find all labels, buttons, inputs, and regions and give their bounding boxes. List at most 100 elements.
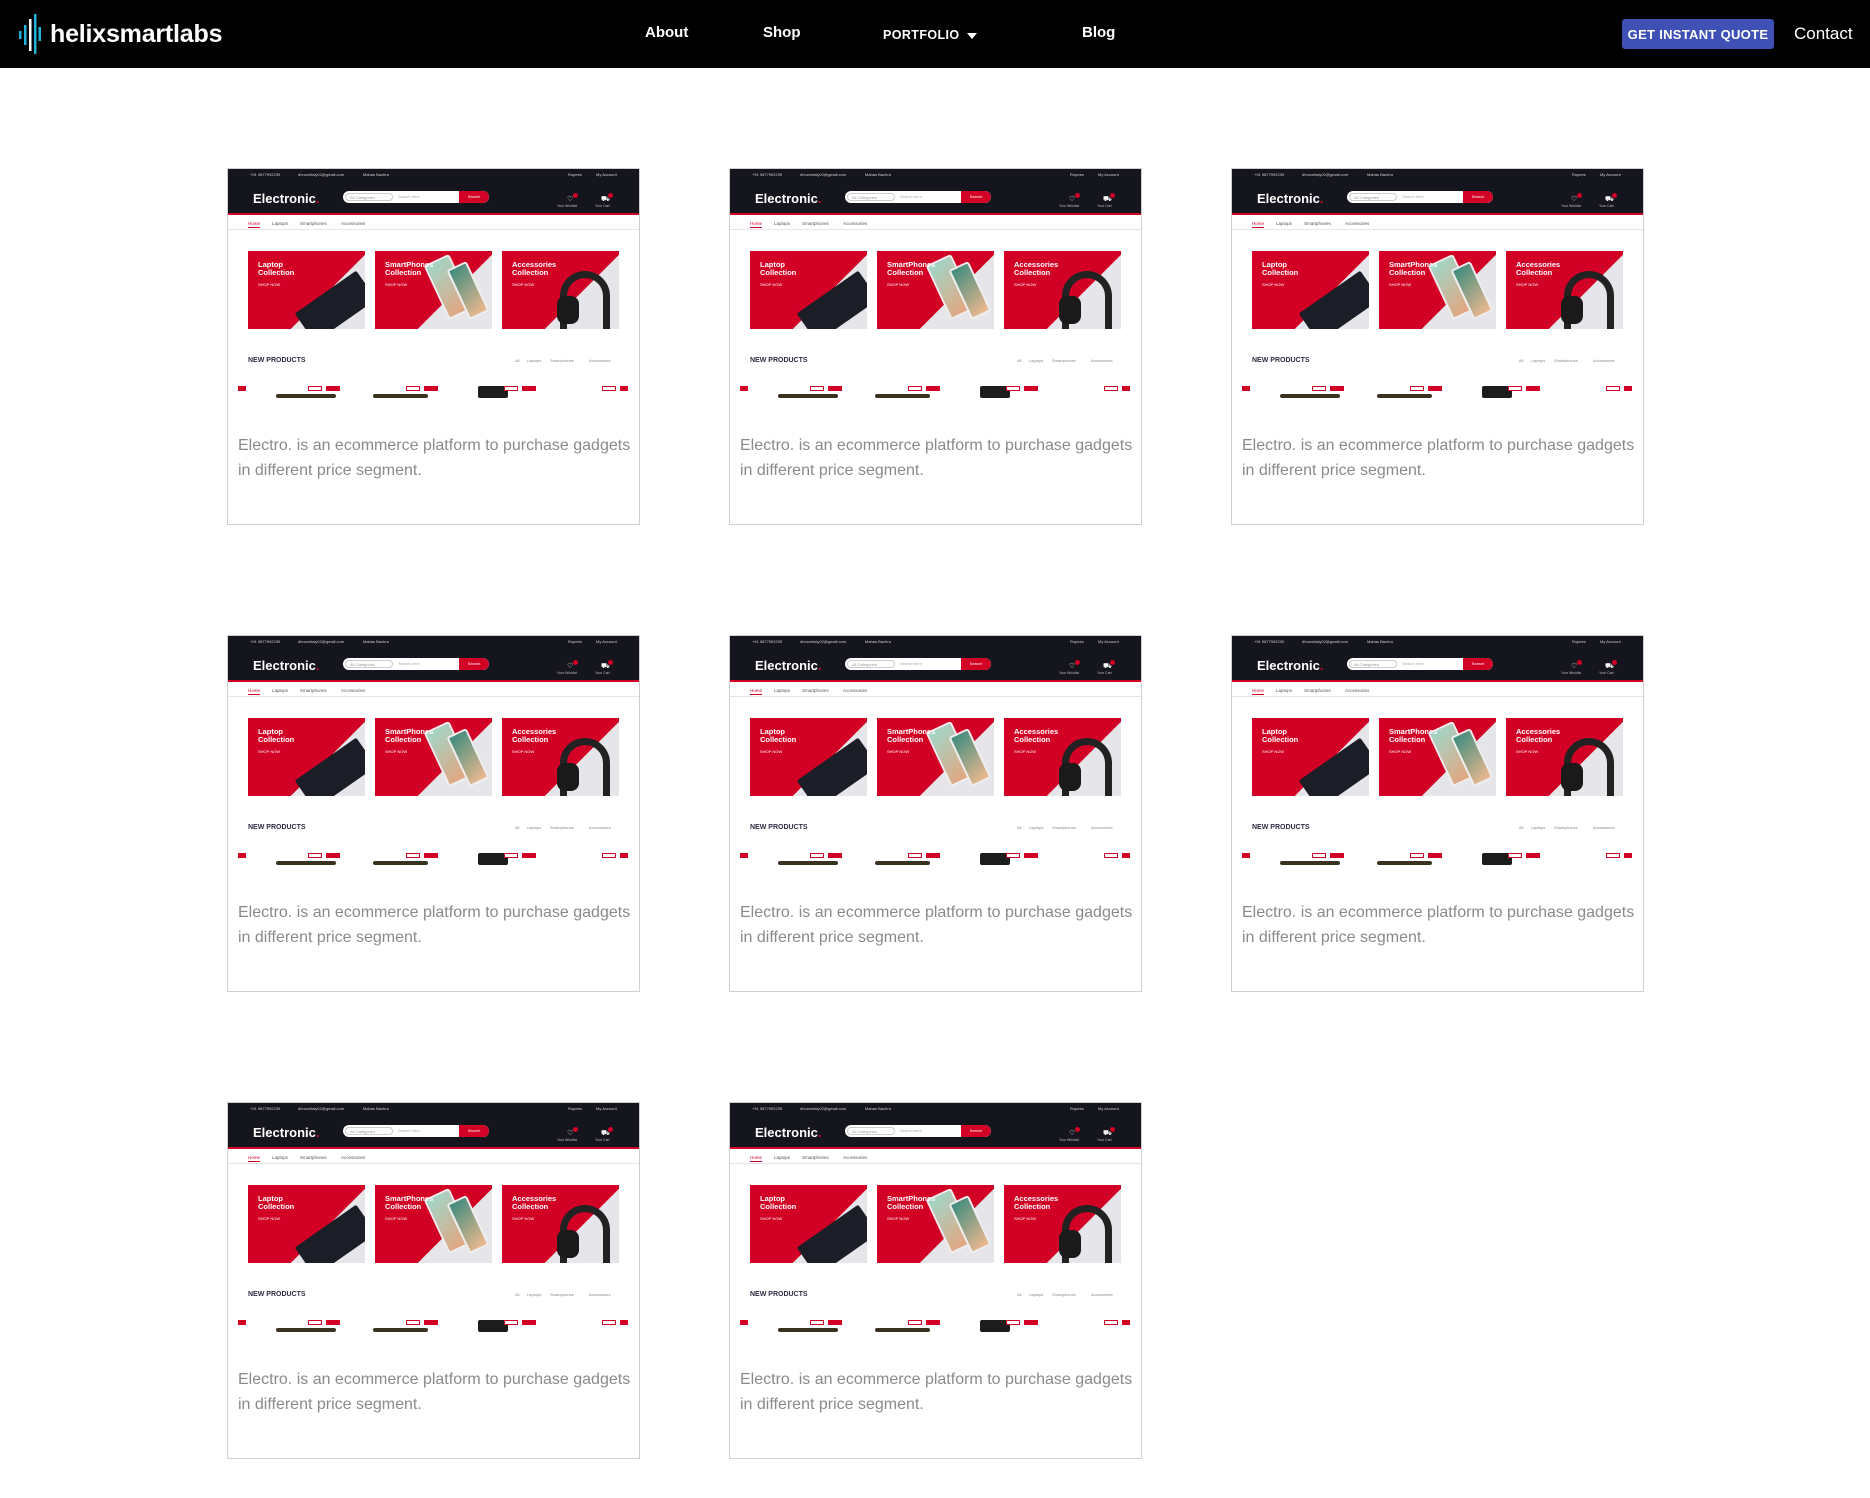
new-badge [326, 386, 340, 391]
thumb-banner-cta: SHOP NOW [887, 282, 910, 287]
portfolio-card-description: Electro. is an ecommerce platform to pur… [238, 437, 631, 479]
new-badge [1122, 386, 1130, 391]
project-thumbnail[interactable]: +91 9877992239 dhruvnitaly02@gmail.com M… [730, 636, 1141, 868]
sale-badge [1410, 853, 1424, 858]
thumb-banner-title: SmartPhones Collection [385, 261, 433, 277]
thumb-brand-dot: . [817, 658, 822, 673]
portfolio-card[interactable]: +91 9877992239 dhruvnitaly02@gmail.com M… [227, 635, 640, 992]
nav-shop-link[interactable]: Shop [763, 24, 801, 41]
thumb-banner-laptop: Laptop Collection SHOP NOW [1252, 718, 1369, 796]
nav-about-link[interactable]: About [645, 24, 688, 41]
product-image [276, 394, 336, 398]
sale-badge [810, 853, 824, 858]
caret-down-icon [966, 32, 977, 39]
thumb-banner-accessories: Accessories Collection SHOP NOW [1506, 251, 1623, 329]
laptop-image [796, 1204, 867, 1263]
thumb-cart-label: Your Cart [1097, 204, 1112, 208]
thumb-phone: +91 9877992239 [752, 1106, 783, 1111]
thumb-banner-cta: SHOP NOW [887, 1216, 910, 1221]
thumb-nav-accessories: Accessories [843, 221, 868, 226]
nav-portfolio-dropdown[interactable]: PORTFOLIO [883, 28, 977, 42]
portfolio-card[interactable]: +91 9877992239 dhruvnitaly02@gmail.com M… [227, 1102, 640, 1459]
thumb-banner-laptop: Laptop Collection SHOP NOW [750, 718, 867, 796]
portfolio-card-description: Electro. is an ecommerce platform to pur… [1242, 904, 1635, 946]
sale-badge [1508, 386, 1522, 391]
project-thumbnail[interactable]: +91 9877992239 dhruvnitaly02@gmail.com M… [228, 1103, 639, 1335]
product-image [875, 1328, 930, 1332]
thumb-nav-laptops: Laptops [272, 1155, 289, 1160]
thumb-product-strip [228, 851, 639, 868]
thumb-search-bar: All Categories Search here Search [343, 191, 489, 203]
thumb-banner-smartphones: SmartPhones Collection SHOP NOW [375, 718, 492, 796]
thumb-filter-all: All [515, 358, 520, 363]
new-badge [926, 853, 940, 858]
portfolio-card[interactable]: +91 9877992239 dhruvnitaly02@gmail.com M… [729, 635, 1142, 992]
new-badge [1024, 853, 1038, 858]
wishlist-count-dot [1075, 1127, 1080, 1132]
portfolio-card[interactable]: +91 9877992239 dhruvnitaly02@gmail.com M… [1231, 635, 1644, 992]
project-thumbnail[interactable]: +91 9877992239 dhruvnitaly02@gmail.com M… [228, 169, 639, 401]
portfolio-card[interactable]: +91 9877992239 dhruvnitaly02@gmail.com M… [227, 168, 640, 525]
thumb-banner-title: Laptop Collection [258, 261, 294, 277]
thumb-banner-title: SmartPhones Collection [887, 728, 935, 744]
project-thumbnail[interactable]: +91 9877992239 dhruvnitaly02@gmail.com M… [730, 169, 1141, 401]
thumb-filter-laptops: Laptops [527, 358, 542, 363]
portfolio-card[interactable]: +91 9877992239 dhruvnitaly02@gmail.com M… [729, 1102, 1142, 1459]
banner-title-line2: Collection [512, 735, 549, 744]
thumb-filter-all: All [1519, 825, 1524, 830]
project-thumbnail[interactable]: +91 9877992239 dhruvnitaly02@gmail.com M… [1232, 636, 1643, 868]
thumb-nav-accessories: Accessories [341, 688, 366, 693]
sale-badge [1006, 1320, 1020, 1325]
thumb-product-strip [730, 851, 1141, 868]
thumb-email: dhruvnitaly02@gmail.com [298, 1106, 345, 1111]
thumb-header: Electronic. All Categories Search here S… [730, 1115, 1141, 1149]
laptop-image [1298, 270, 1369, 329]
thumb-account: My Account [1600, 639, 1621, 644]
new-badge [926, 386, 940, 391]
thumb-wishlist-label: Your Wishlist [1059, 204, 1080, 208]
thumb-new-products-heading: NEW PRODUCTS [750, 1291, 808, 1298]
thumb-search-bar: All Categories Search here Search [1347, 191, 1493, 203]
nav-blog-link[interactable]: Blog [1082, 24, 1115, 41]
portfolio-card[interactable]: +91 9877992239 dhruvnitaly02@gmail.com M… [1231, 168, 1644, 525]
new-badge [828, 853, 842, 858]
product-image [1280, 861, 1340, 865]
sale-badge [504, 1320, 518, 1325]
thumb-banner-title: Laptop Collection [258, 1195, 294, 1211]
sale-badge [308, 386, 322, 391]
thumb-banner-accessories: Accessories Collection SHOP NOW [502, 718, 619, 796]
new-badge [326, 853, 340, 858]
thumb-header: Electronic. All Categories Search here S… [228, 1115, 639, 1149]
product-image [276, 861, 336, 865]
project-thumbnail[interactable]: +91 9877992239 dhruvnitaly02@gmail.com M… [730, 1103, 1141, 1335]
banner-title-line2: Collection [887, 735, 924, 744]
banner-title-line2: Collection [385, 268, 422, 277]
sale-badge [740, 1320, 748, 1325]
thumb-filter-all: All [1017, 825, 1022, 830]
thumb-nav: Home Laptops Smartphones Accessories [730, 217, 1141, 230]
nav-contact-link[interactable]: Contact [1794, 24, 1853, 44]
thumb-currency: Rupees [568, 639, 582, 644]
thumb-email: dhruvnitaly02@gmail.com [800, 172, 847, 177]
new-badge [926, 1320, 940, 1325]
thumb-nav: Home Laptops Smartphones Accessories [228, 217, 639, 230]
thumb-email: dhruvnitaly02@gmail.com [800, 1106, 847, 1111]
thumb-banner-smartphones: SmartPhones Collection SHOP NOW [877, 251, 994, 329]
thumb-search-placeholder: Search here [900, 194, 922, 199]
new-badge [620, 386, 628, 391]
thumb-nav-accessories: Accessories [1345, 688, 1370, 693]
banner-title-line2: Collection [1262, 268, 1299, 277]
project-thumbnail[interactable]: +91 9877992239 dhruvnitaly02@gmail.com M… [228, 636, 639, 868]
project-thumbnail[interactable]: +91 9877992239 dhruvnitaly02@gmail.com M… [1232, 169, 1643, 401]
thumb-brand-name: Electronic [755, 658, 818, 673]
portfolio-card[interactable]: +91 9877992239 dhruvnitaly02@gmail.com M… [729, 168, 1142, 525]
wishlist-count-dot [1075, 193, 1080, 198]
thumb-banner-accessories: Accessories Collection SHOP NOW [1004, 1185, 1121, 1263]
cart-count-dot [1110, 1127, 1115, 1132]
thumb-banner-accessories: Accessories Collection SHOP NOW [502, 251, 619, 329]
sale-badge [908, 1320, 922, 1325]
thumb-banner-cta: SHOP NOW [512, 1216, 535, 1221]
get-instant-quote-button[interactable]: GET INSTANT QUOTE [1622, 19, 1774, 49]
brand-logo-link[interactable]: helixsmartlabs [19, 12, 222, 56]
thumb-nav-laptops: Laptops [1276, 221, 1293, 226]
